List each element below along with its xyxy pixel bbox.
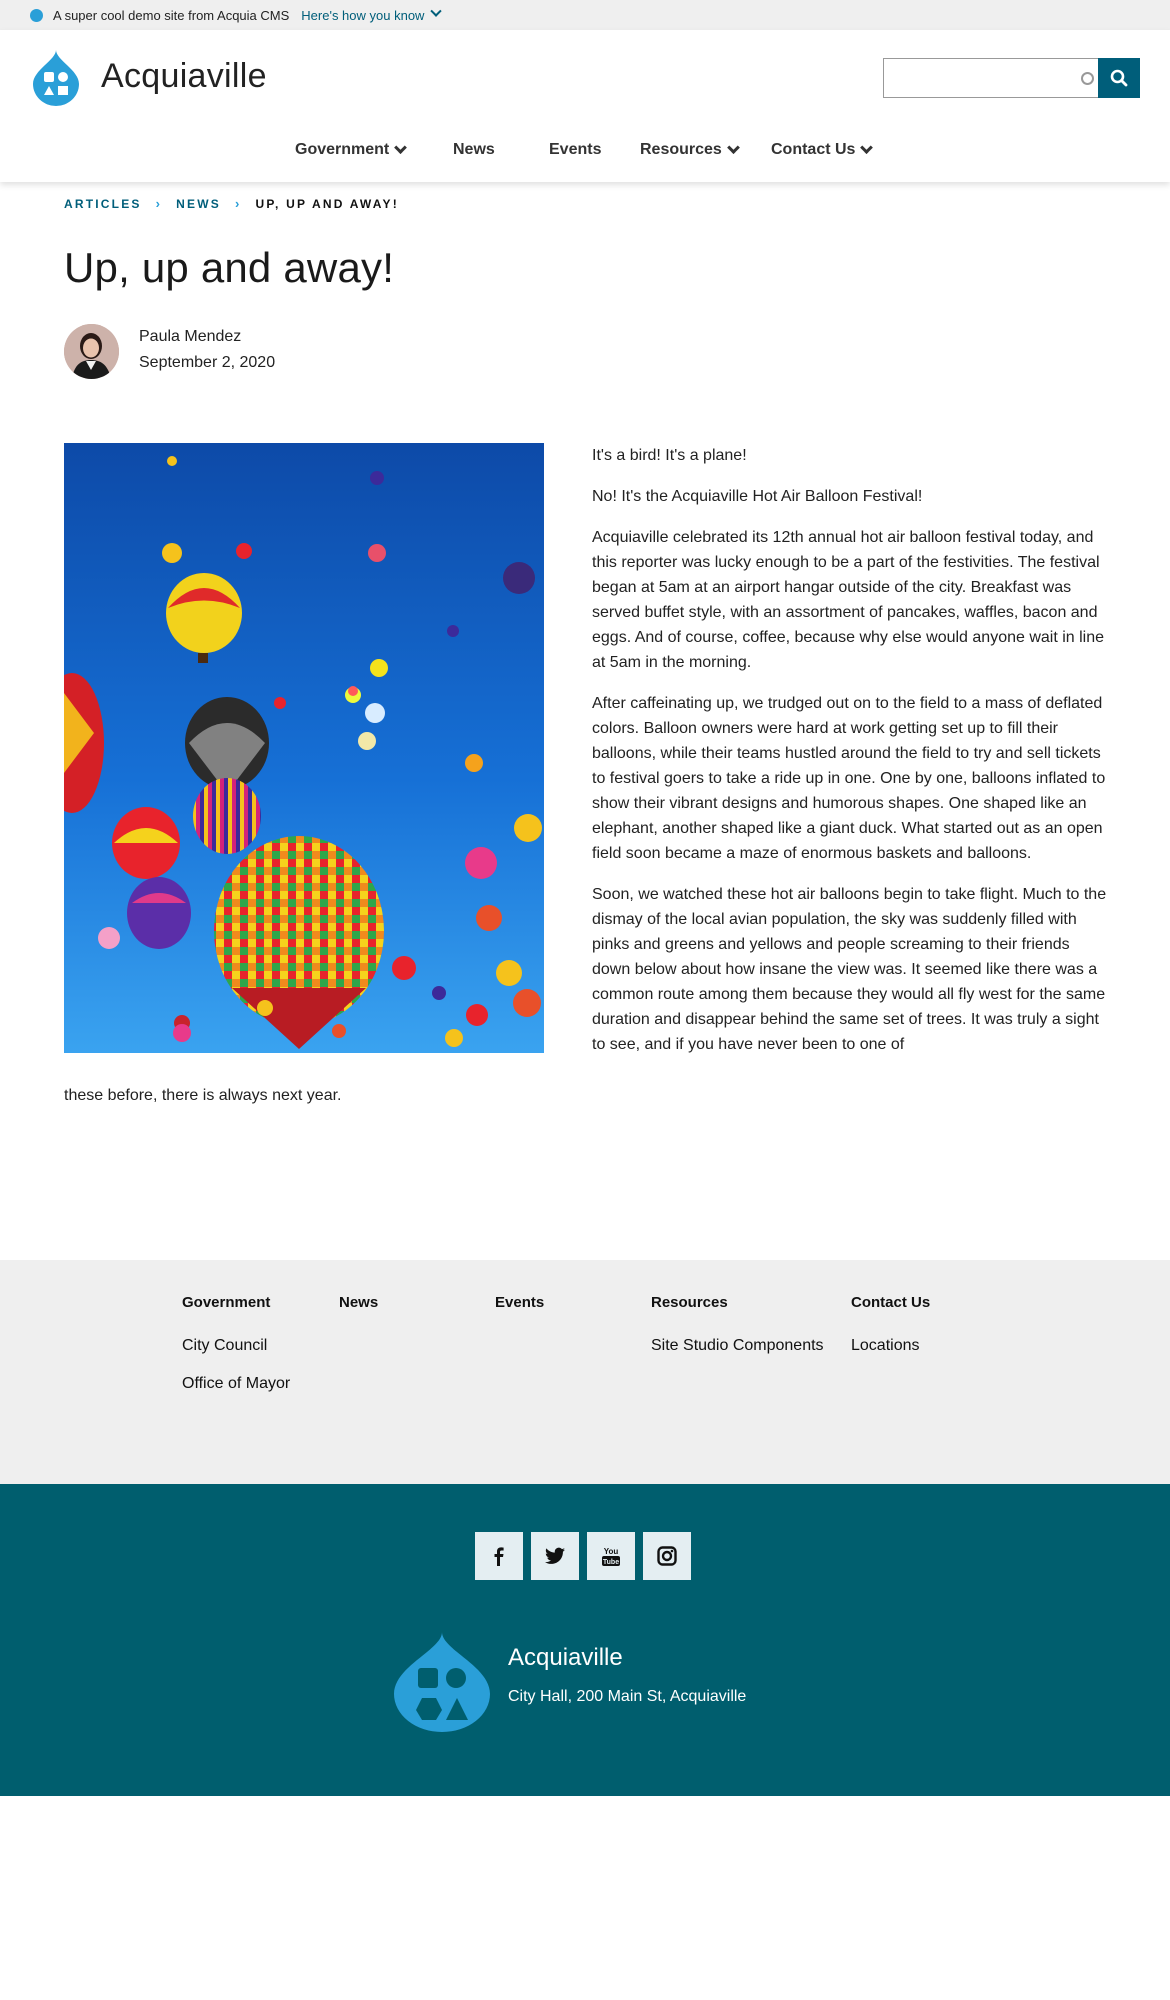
footer-col-events: Events [495, 1294, 544, 1337]
breadcrumb-current: UP, UP AND AWAY! [255, 196, 399, 211]
site-name[interactable]: Acquiaville [101, 57, 267, 96]
nav-label: Government [295, 141, 390, 158]
search-button[interactable] [1098, 58, 1140, 98]
footer-heading[interactable]: Contact Us [851, 1294, 930, 1311]
nav-events[interactable]: Events [549, 141, 601, 159]
footer-site-name[interactable]: Acquiaville [508, 1644, 623, 1672]
breadcrumb-news[interactable]: NEWS [176, 197, 221, 211]
svg-text:Tube: Tube [603, 1559, 619, 1566]
nav-contact-us[interactable]: Contact Us [771, 140, 874, 159]
chevron-down-icon [394, 140, 408, 154]
author-name: Paula Mendez [139, 328, 242, 345]
breadcrumb-separator-icon: › [234, 196, 242, 211]
article-paragraph: It's a bird! It's a plane! [592, 447, 747, 464]
author-avatar [64, 324, 119, 379]
dot-icon [30, 8, 43, 22]
article-body: It's a bird! It's a plane! No! It's the … [592, 443, 1112, 1073]
footer-col-government: Government City Council Office of Mayor [182, 1294, 290, 1413]
article-date: September 2, 2020 [139, 354, 276, 371]
footer-link-city-council[interactable]: City Council [182, 1337, 290, 1355]
search-icon [1110, 69, 1128, 87]
breadcrumb-articles[interactable]: ARTICLES [64, 197, 142, 211]
footer-link-locations[interactable]: Locations [851, 1337, 930, 1355]
site-logo-icon[interactable] [31, 50, 81, 106]
main-nav: Government News Events Resources Contact… [0, 140, 1170, 173]
footer-address: City Hall, 200 Main St, Acquiaville [508, 1688, 747, 1705]
footer-heading[interactable]: Government [182, 1294, 290, 1311]
footer-link-office-of-mayor[interactable]: Office of Mayor [182, 1375, 290, 1393]
banner-text: A super cool demo site from Acquia CMS [53, 7, 290, 23]
chevron-down-icon [430, 5, 443, 17]
footer-col-resources: Resources Site Studio Components [651, 1294, 824, 1375]
nav-government[interactable]: Government [295, 140, 408, 159]
nav-resources[interactable]: Resources [640, 140, 740, 159]
instagram-icon [657, 1546, 677, 1566]
article-paragraph: No! It's the Acquiaville Hot Air Balloon… [592, 488, 923, 505]
footer-heading[interactable]: News [339, 1294, 378, 1311]
footer-col-news: News [339, 1294, 378, 1337]
avatar-image [64, 324, 119, 379]
search-input[interactable] [883, 58, 1099, 98]
breadcrumb: ARTICLES › NEWS › UP, UP AND AWAY! [64, 196, 399, 211]
facebook-icon [494, 1547, 504, 1566]
breadcrumb-separator-icon: › [155, 196, 163, 211]
page-title: Up, up and away! [64, 244, 395, 291]
footer-heading[interactable]: Resources [651, 1294, 824, 1311]
youtube-link[interactable]: You Tube [587, 1532, 635, 1580]
footer-col-contact-us: Contact Us Locations [851, 1294, 930, 1375]
facebook-link[interactable] [475, 1532, 523, 1580]
twitter-link[interactable] [531, 1532, 579, 1580]
twitter-icon [545, 1547, 565, 1564]
nav-label: Contact Us [771, 141, 856, 158]
article-paragraph: Acquiaville celebrated its 12th annual h… [592, 529, 1105, 671]
chevron-down-icon [860, 140, 874, 154]
footer-heading[interactable]: Events [495, 1294, 544, 1311]
article-paragraph: Soon, we watched these hot air balloons … [592, 886, 1107, 1053]
site-header: Acquiaville Government News Events Resou… [0, 30, 1170, 182]
footer-menu: Government City Council Office of Mayor … [0, 1260, 1170, 1484]
instagram-link[interactable] [643, 1532, 691, 1580]
article-paragraph: After caffeinating up, we trudged out on… [592, 695, 1106, 862]
footer-logo-icon[interactable] [392, 1632, 492, 1732]
site-banner: A super cool demo site from Acquia CMS H… [0, 0, 1170, 30]
banner-link-label: Here's how you know [301, 7, 425, 23]
banner-how-you-know-link[interactable]: Here's how you know [301, 5, 443, 23]
hot-air-balloons-image [64, 443, 544, 1053]
loading-spinner-icon [1081, 72, 1094, 85]
nav-news[interactable]: News [453, 141, 495, 159]
article-paragraph-tail: these before, there is always next year. [64, 1087, 342, 1104]
nav-label: Events [549, 141, 602, 158]
nav-label: Resources [640, 141, 722, 158]
footer-link-site-studio-components[interactable]: Site Studio Components [651, 1337, 824, 1355]
chevron-down-icon [726, 140, 740, 154]
nav-label: News [453, 141, 495, 158]
site-footer: You Tube Acquiaville City Hall, 200 Main … [0, 1484, 1170, 1796]
youtube-icon: You Tube [602, 1547, 620, 1566]
svg-text:You: You [604, 1547, 619, 1556]
